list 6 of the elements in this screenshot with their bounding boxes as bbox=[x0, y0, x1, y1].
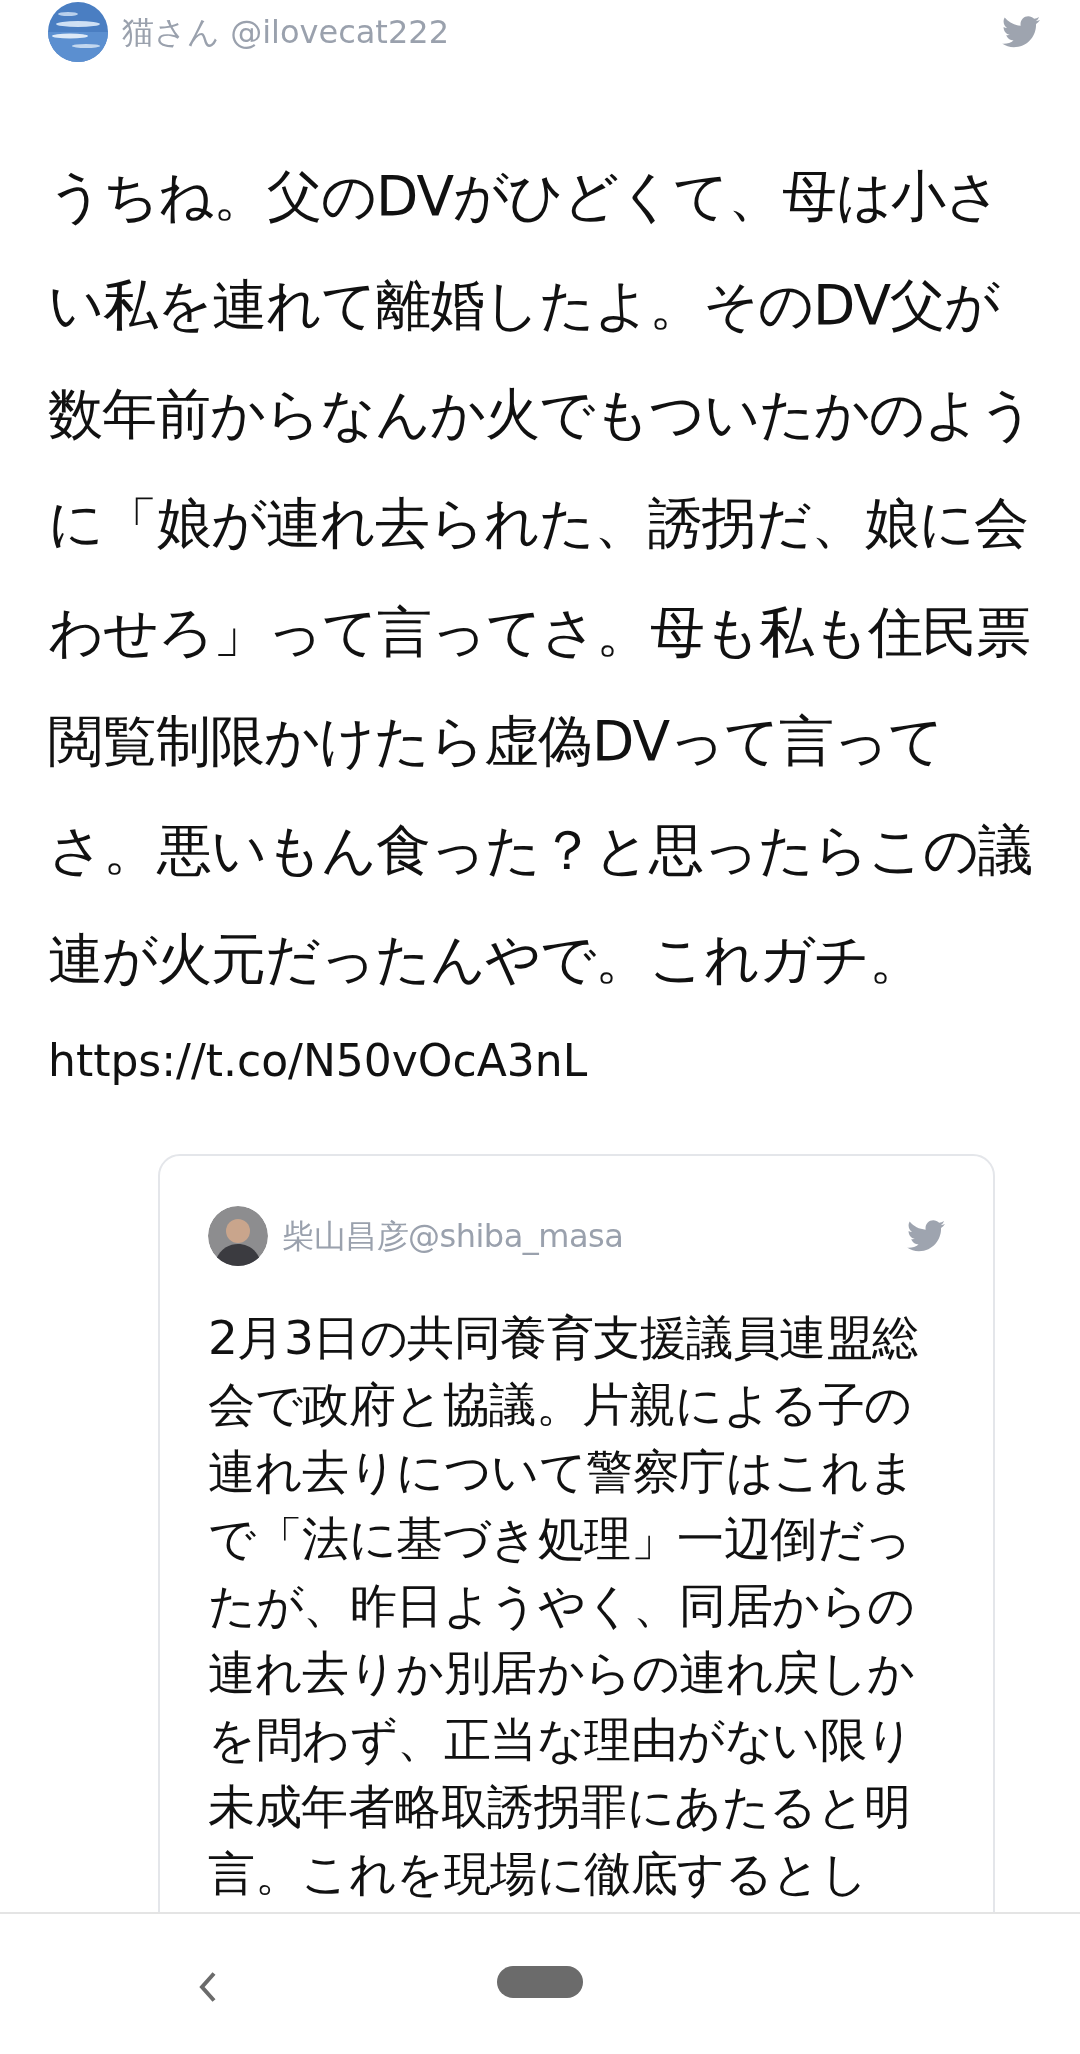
home-handle[interactable] bbox=[497, 1966, 583, 1998]
avatar bbox=[208, 1206, 268, 1266]
quoted-tweet-text: 2月3日の共同養育支援議員連盟総会で政府と協議。片親による子の連れ去りについて警察庁はこれまで「法に基づき処理」一辺倒だったが、昨日ようやく、同居からの連れ去りか別居からの連れ戻しかを問わず、正当な理由がない限り未成年者略取誘拐罪にあたると明言。これを現場に徹底するとし bbox=[208, 1309, 920, 1903]
tweet-link[interactable]: https://t.co/N50vOcA3nL bbox=[48, 1028, 588, 1094]
tweet-text: うちね。父のDVがひどくて、母は小さい私を連れて離婚したよ。そのDV父が数年前からなんか火でもついたかのように「娘が連れ去られた、誘拐だ、娘に会わせろ」って言ってさ。母も私も住民票閲覧制限かけたら虚偽DVって言ってさ。悪いもん食った？と思ったらこの議連が火元だったんやで。これガチ。 bbox=[48, 163, 1035, 993]
back-button[interactable] bbox=[199, 1972, 216, 2002]
